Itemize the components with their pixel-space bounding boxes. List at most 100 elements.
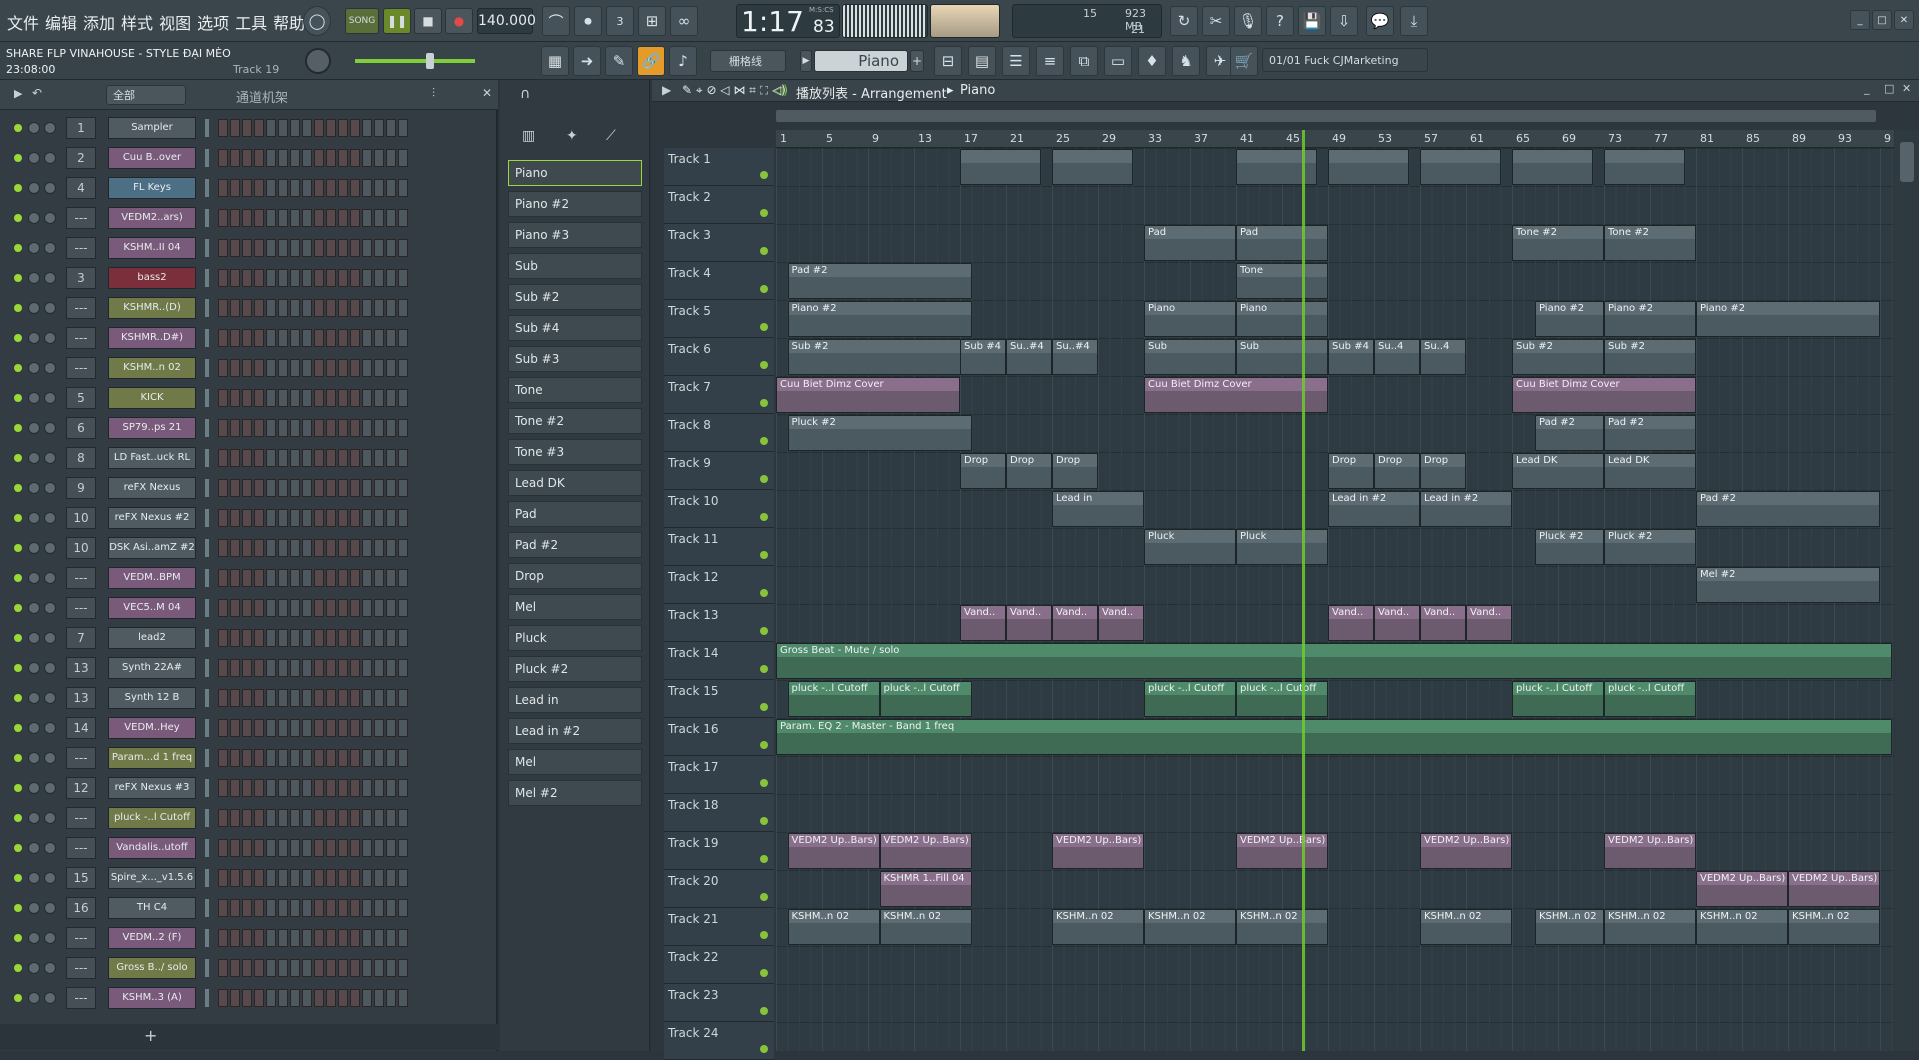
step-sequencer[interactable] — [218, 719, 478, 737]
playlist-clip[interactable]: pluck -..l Cutoff — [1144, 681, 1236, 717]
channel-volume-knob[interactable] — [28, 842, 40, 854]
channel-mute-led[interactable] — [14, 424, 22, 432]
channel-name-button[interactable]: pluck -..l Cutoff — [108, 807, 196, 829]
channel-row[interactable]: 9 reFX Nexus — [6, 476, 486, 500]
audio-tab-icon[interactable]: ✦ — [566, 128, 578, 144]
channel-pan-knob[interactable] — [44, 392, 56, 404]
menu-item[interactable]: 文件 — [4, 10, 42, 34]
channel-pan-knob[interactable] — [44, 332, 56, 344]
step-sequencer[interactable] — [218, 839, 478, 857]
channel-mixer-track[interactable]: 6 — [66, 417, 96, 439]
playlist-clip[interactable]: Pluck #2 — [1604, 529, 1696, 565]
channel-mixer-track[interactable]: 3 — [66, 267, 96, 289]
picker-pattern-item[interactable]: Pluck #2 — [508, 656, 642, 682]
playlist-maximize-icon[interactable]: □ — [1884, 82, 1894, 95]
menu-item[interactable]: 视图 — [156, 10, 194, 34]
track-enable-led[interactable] — [760, 285, 768, 293]
playlist-clip[interactable]: Drop — [1052, 453, 1098, 489]
track-enable-led[interactable] — [760, 247, 768, 255]
channel-row[interactable]: --- KSHMR..D#) — [6, 326, 486, 350]
track-enable-led[interactable] — [760, 399, 768, 407]
picker-pattern-item[interactable]: Pluck — [508, 625, 642, 651]
channel-pan-knob[interactable] — [44, 632, 56, 644]
channel-name-button[interactable]: KSHM..II 04 — [108, 237, 196, 259]
channel-name-button[interactable]: KSHM..3 (A) — [108, 987, 196, 1009]
playlist-clip[interactable]: Piano — [1236, 301, 1328, 337]
playlist-clip[interactable]: Sub #2 — [787, 339, 972, 375]
channel-name-button[interactable]: Vandalis..utoff — [108, 837, 196, 859]
step-sequencer[interactable] — [218, 299, 478, 317]
channel-mixer-track[interactable]: --- — [66, 357, 96, 379]
channel-mixer-track[interactable]: --- — [66, 837, 96, 859]
playlist-clip[interactable]: Sub #2 — [1604, 339, 1696, 375]
channel-name-button[interactable]: Synth 22A# — [108, 657, 196, 679]
channel-volume-knob[interactable] — [28, 662, 40, 674]
channel-row[interactable]: 15 Spire_x..._v1.5.6 — [6, 866, 486, 890]
playlist-clip[interactable]: KSHMR 1..Fill 04 — [879, 871, 972, 907]
playlist-clip[interactable] — [1052, 149, 1133, 185]
channel-name-button[interactable]: DSK Asi..amZ #2 — [108, 537, 196, 559]
step-sequencer[interactable] — [218, 449, 478, 467]
channel-select-indicator[interactable] — [205, 989, 209, 1007]
playlist-clip[interactable]: Vand.. — [1374, 605, 1420, 641]
channel-select-indicator[interactable] — [205, 359, 209, 377]
playlist-clip[interactable]: Sub — [1236, 339, 1328, 375]
performance-icon[interactable]: ♞ — [1172, 46, 1200, 76]
channel-row[interactable]: 12 reFX Nexus #3 — [6, 776, 486, 800]
track-enable-led[interactable] — [760, 627, 768, 635]
chat-icon[interactable]: 💬 — [1366, 6, 1394, 36]
picker-pattern-item[interactable]: Sub #3 — [508, 346, 642, 372]
menu-item[interactable]: 编辑 — [42, 10, 80, 34]
playlist-clip[interactable]: Lead in #2 — [1420, 491, 1512, 527]
track-enable-led[interactable] — [760, 893, 768, 901]
playlist-clip[interactable]: KSHM..n 02 — [1604, 909, 1696, 945]
picker-pattern-item[interactable]: Piano #3 — [508, 222, 642, 248]
channel-volume-knob[interactable] — [28, 272, 40, 284]
playlist-clip[interactable]: Su..4 — [1374, 339, 1420, 375]
picker-pattern-item[interactable]: Lead DK — [508, 470, 642, 496]
step-sequencer[interactable] — [218, 899, 478, 917]
channel-row[interactable]: 3 bass2 — [6, 266, 486, 290]
picker-pattern-item[interactable]: Lead in — [508, 687, 642, 713]
playlist-clip[interactable]: Vand.. — [960, 605, 1006, 641]
add-channel-icon[interactable]: + — [144, 1026, 157, 1045]
track-header[interactable]: Track 22 — [664, 946, 774, 984]
minimize-icon[interactable]: _ — [1850, 10, 1870, 30]
channel-mute-led[interactable] — [14, 754, 22, 762]
playlist-clip[interactable]: Vand.. — [1328, 605, 1374, 641]
save-icon[interactable]: 💾 — [1298, 6, 1326, 36]
track-header[interactable]: Track 4 — [664, 262, 774, 300]
channel-select-indicator[interactable] — [205, 689, 209, 707]
playlist-clip[interactable]: VEDM2 Up..Bars) — [1788, 871, 1880, 907]
playlist-clip[interactable]: KSHM..n 02 — [1144, 909, 1236, 945]
channel-pan-knob[interactable] — [44, 242, 56, 254]
step-sequencer[interactable] — [218, 629, 478, 647]
track-header[interactable]: Track 6 — [664, 338, 774, 376]
channel-select-indicator[interactable] — [205, 389, 209, 407]
playlist-clip[interactable]: Lead in #2 — [1328, 491, 1420, 527]
close-rack-icon[interactable]: ✕ — [482, 86, 492, 100]
channel-row[interactable]: 13 Synth 22A# — [6, 656, 486, 680]
channel-pan-knob[interactable] — [44, 602, 56, 614]
channel-volume-knob[interactable] — [28, 692, 40, 704]
channel-mute-led[interactable] — [14, 184, 22, 192]
menu-item[interactable]: 工具 — [232, 10, 270, 34]
channel-mixer-track[interactable]: --- — [66, 747, 96, 769]
channel-mixer-track[interactable]: --- — [66, 927, 96, 949]
channel-select-indicator[interactable] — [205, 449, 209, 467]
render-icon[interactable]: ⇩ — [1330, 6, 1358, 36]
channel-mixer-track[interactable]: --- — [66, 987, 96, 1009]
playlist-clip[interactable] — [960, 149, 1041, 185]
playlist-clip[interactable] — [1420, 149, 1501, 185]
picker-pattern-item[interactable]: Drop — [508, 563, 642, 589]
playlist-clip[interactable]: pluck -..l Cutoff — [1236, 681, 1328, 717]
playlist-clip[interactable]: Gross Beat - Mute / solo — [776, 643, 1892, 679]
picker-pattern-item[interactable]: Piano — [508, 160, 642, 186]
playlist-clip[interactable]: Sub — [1144, 339, 1236, 375]
channel-mute-led[interactable] — [14, 334, 22, 342]
track-enable-led[interactable] — [760, 361, 768, 369]
playhead[interactable] — [1302, 130, 1305, 1051]
channel-mixer-track[interactable]: --- — [66, 807, 96, 829]
picker-pattern-item[interactable]: Piano #2 — [508, 191, 642, 217]
playlist-clip[interactable]: Tone #2 — [1512, 225, 1604, 261]
